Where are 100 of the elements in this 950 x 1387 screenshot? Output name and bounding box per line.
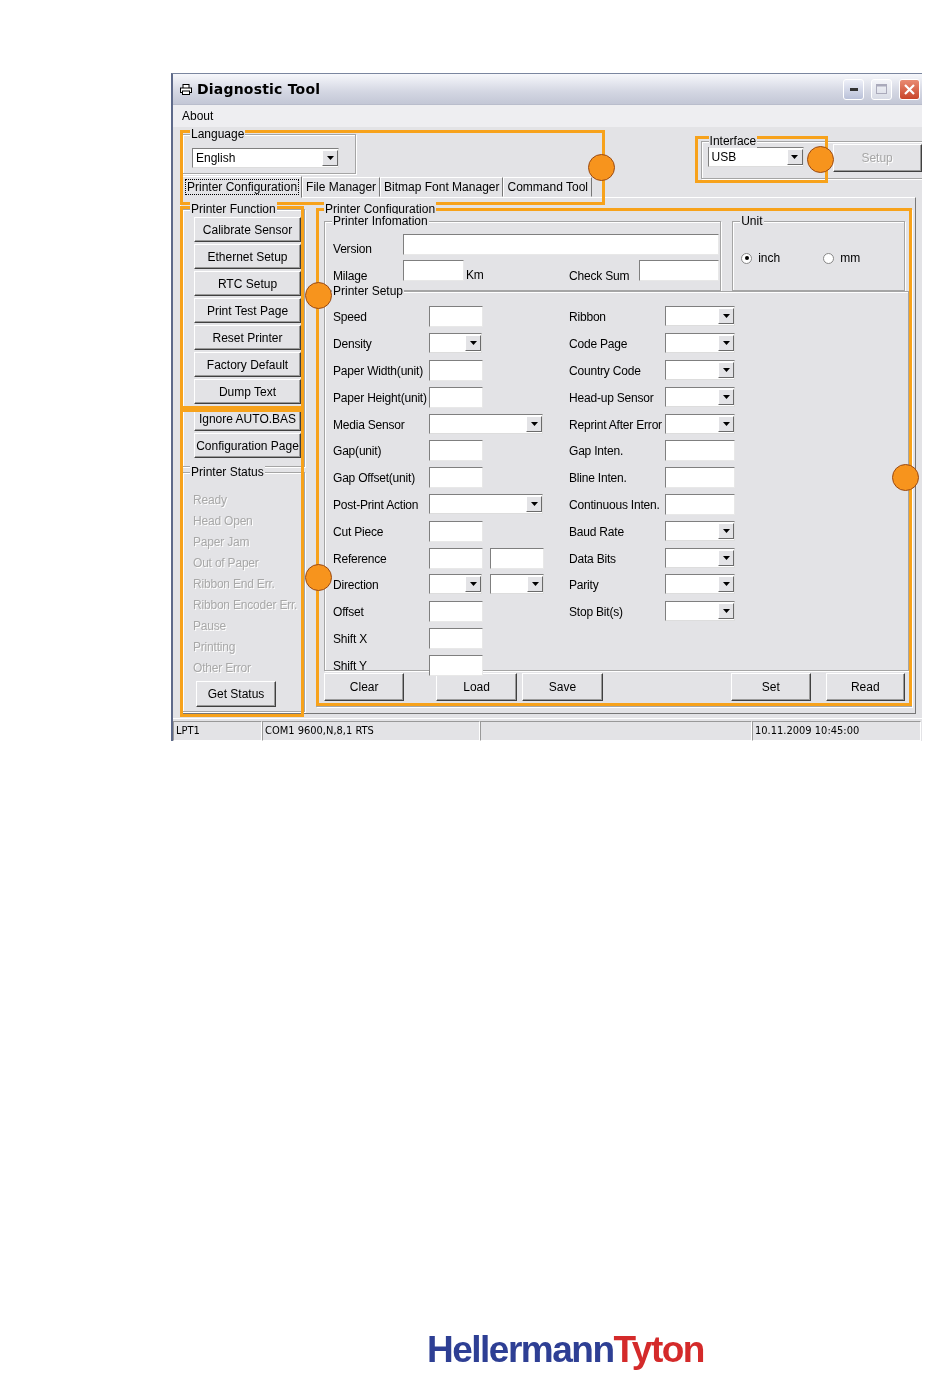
- group-label: Printer Function: [190, 202, 277, 216]
- field-label: Version: [333, 242, 372, 256]
- callout-marker: [892, 464, 919, 491]
- input-field[interactable]: [429, 386, 483, 408]
- dropdown[interactable]: [665, 413, 735, 434]
- dropdown[interactable]: [665, 547, 735, 568]
- field-label: Continuous Inten.: [569, 497, 661, 512]
- interface-dropdown[interactable]: USB: [707, 147, 804, 167]
- dropdown[interactable]: [665, 601, 735, 622]
- input-field[interactable]: [665, 467, 735, 489]
- field-label: Shift X: [333, 631, 368, 646]
- field-label: Check Sum: [569, 269, 630, 283]
- status-text: LPT1: [173, 721, 262, 741]
- field-label: Post-Print Action: [333, 497, 420, 512]
- input-field[interactable]: [429, 360, 483, 381]
- dropdown[interactable]: [665, 386, 735, 407]
- action-button[interactable]: Load: [436, 673, 517, 701]
- radio-button[interactable]: mm: [823, 251, 861, 265]
- action-button[interactable]: Save: [521, 673, 604, 701]
- input-field[interactable]: [429, 306, 483, 328]
- dropdown[interactable]: [429, 333, 482, 354]
- field-label: Data Bits: [569, 551, 617, 566]
- action-button[interactable]: Read: [825, 673, 905, 701]
- field-label: Density: [333, 337, 373, 352]
- close-button[interactable]: [899, 78, 920, 100]
- field-label: Gap Inten.: [569, 444, 625, 459]
- function-button[interactable]: Reset Printer: [194, 325, 301, 350]
- dropdown[interactable]: [665, 520, 735, 541]
- status-text: Ready: [193, 492, 228, 509]
- function-button[interactable]: Print Test Page: [194, 298, 301, 323]
- dropdown[interactable]: [429, 574, 482, 595]
- input-field[interactable]: [490, 547, 544, 569]
- input-field[interactable]: [429, 520, 483, 542]
- maximize-button[interactable]: [871, 78, 892, 100]
- minimize-button[interactable]: [843, 78, 864, 100]
- field-label: Bline Inten.: [569, 471, 628, 486]
- input-field[interactable]: [429, 547, 483, 569]
- dropdown[interactable]: [665, 360, 735, 380]
- dropdown[interactable]: [429, 413, 543, 434]
- maximize-icon: [876, 84, 887, 94]
- field-label: Cut Piece: [333, 524, 385, 539]
- callout-marker: [807, 146, 834, 173]
- action-button[interactable]: Set: [731, 673, 811, 701]
- function-button[interactable]: Calibrate Sensor: [194, 217, 301, 242]
- action-button[interactable]: Clear: [324, 673, 405, 701]
- field-label: Reprint After Error: [569, 417, 663, 432]
- version-field[interactable]: [403, 234, 719, 255]
- input-field[interactable]: [665, 440, 735, 462]
- group-label: Language: [190, 127, 246, 141]
- function-button[interactable]: Factory Default: [194, 352, 301, 377]
- dropdown[interactable]: [490, 574, 544, 595]
- function-button[interactable]: Configuration Page: [194, 433, 301, 458]
- tab[interactable]: Printer Configuration: [182, 176, 303, 198]
- field-label: Parity: [569, 578, 600, 593]
- function-button[interactable]: Dump Text: [194, 379, 301, 404]
- function-button[interactable]: Ethernet Setup: [194, 244, 301, 269]
- status-text: COM1 9600,N,8,1 RTS: [262, 721, 480, 741]
- dropdown[interactable]: [429, 493, 543, 514]
- field-label: Country Code: [569, 364, 642, 378]
- language-dropdown[interactable]: English: [192, 148, 339, 168]
- field-label: Milage: [333, 269, 368, 283]
- printer-icon: [180, 83, 192, 95]
- field-label: Paper Height(unit): [333, 390, 428, 405]
- group-label: Printer Status: [190, 465, 265, 479]
- field-label: Ribbon: [569, 310, 607, 325]
- input-field[interactable]: [665, 493, 735, 515]
- status-text: Printting: [193, 639, 237, 656]
- dropdown[interactable]: [665, 574, 735, 595]
- milage-field[interactable]: [403, 260, 464, 281]
- status-text: Pause: [193, 618, 228, 635]
- status-text: 10.11.2009 10:45:00: [752, 721, 921, 741]
- field-label: Direction: [333, 578, 380, 593]
- status-text: Head Open: [193, 513, 254, 530]
- input-field[interactable]: [429, 654, 483, 676]
- group-label: Interface: [708, 134, 758, 148]
- checksum-field[interactable]: [639, 260, 719, 281]
- dropdown[interactable]: [665, 306, 735, 327]
- input-field[interactable]: [429, 467, 483, 489]
- get-status-button[interactable]: Get Status: [196, 681, 276, 707]
- field-label: Gap Offset(unit): [333, 471, 416, 486]
- function-button[interactable]: RTC Setup: [194, 271, 301, 296]
- field-label: Speed: [333, 310, 368, 325]
- close-icon: [904, 83, 915, 95]
- tab[interactable]: Command Tool: [503, 177, 592, 197]
- status-text: Ribbon End Err.: [193, 576, 276, 593]
- field-label: Shift Y: [333, 658, 368, 673]
- tab[interactable]: Bitmap Font Manager: [380, 177, 504, 197]
- input-field[interactable]: [429, 601, 483, 623]
- logo-text: Hellermann: [427, 1330, 614, 1370]
- radio-button[interactable]: inch: [741, 251, 781, 265]
- group-label: Printer Infomation: [332, 214, 429, 228]
- input-field[interactable]: [429, 627, 483, 649]
- menu-item[interactable]: About: [180, 108, 216, 124]
- field-label: Code Page: [569, 337, 629, 352]
- field-label: Media Sensor: [333, 417, 406, 432]
- dropdown[interactable]: [665, 333, 735, 354]
- field-label: Stop Bit(s): [569, 605, 624, 620]
- input-field[interactable]: [429, 440, 483, 462]
- field-label: Gap(unit): [333, 444, 383, 459]
- tab[interactable]: File Manager: [302, 177, 381, 197]
